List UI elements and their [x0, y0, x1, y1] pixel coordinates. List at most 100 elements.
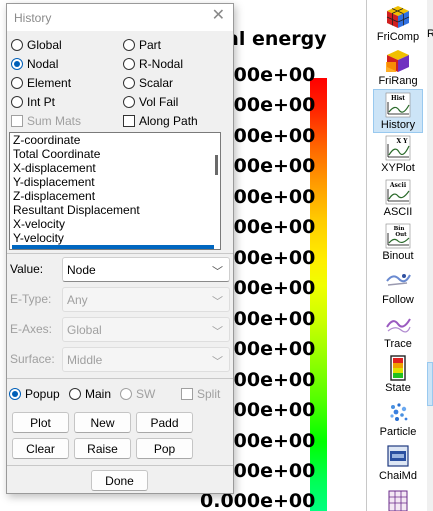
tool-chaimd[interactable]: ChaiMd	[373, 441, 423, 485]
radio-vol-fail[interactable]: Vol Fail	[123, 95, 178, 109]
etype-select[interactable]: Any ﹀	[62, 287, 230, 312]
checkbox-box	[181, 388, 193, 400]
tool-fricomp[interactable]: FriComp	[373, 2, 423, 46]
tool-label: Follow	[382, 294, 414, 306]
svg-text:Hist: Hist	[391, 95, 405, 102]
tool-ascii[interactable]: Ascii ASCII	[373, 177, 423, 221]
list-item[interactable]: X-velocity	[10, 217, 220, 231]
list-item[interactable]: Z-displacement	[10, 189, 220, 203]
tool-follow[interactable]: Follow	[373, 265, 423, 309]
checkbox-split[interactable]: Split	[181, 387, 220, 401]
checkbox-along-path[interactable]: Along Path	[123, 114, 198, 128]
radio-label: Popup	[25, 387, 60, 401]
radio-indicator-selected	[9, 388, 21, 400]
chaimd-icon	[385, 443, 411, 469]
adjacent-panel-edge: R	[427, 0, 433, 511]
value-select-value: Node	[67, 263, 96, 277]
eaxes-label: E-Axes:	[10, 322, 53, 336]
close-icon[interactable]: ✕	[212, 8, 225, 24]
radio-label: Main	[85, 387, 112, 401]
svg-text:Ascii: Ascii	[389, 182, 407, 189]
radio-scalar[interactable]: Scalar	[123, 76, 173, 90]
radio-part[interactable]: Part	[123, 38, 161, 52]
list-item[interactable]: Y-velocity	[10, 231, 220, 245]
particle-icon	[385, 399, 411, 425]
radio-nodal[interactable]: Nodal	[11, 57, 58, 71]
tool-label: Particle	[379, 426, 417, 438]
tool-binout[interactable]: Bin Out Binout	[373, 221, 423, 265]
etype-select-value: Any	[67, 293, 88, 307]
tool-partial[interactable]	[373, 485, 423, 511]
radio-popup[interactable]: Popup	[9, 387, 60, 401]
list-item[interactable]: X-displacement	[10, 161, 220, 175]
svg-text:Out: Out	[395, 232, 407, 238]
plot-button[interactable]: Plot	[12, 412, 69, 433]
pop-button[interactable]: Pop	[136, 438, 193, 459]
tool-trace[interactable]: Trace	[373, 309, 423, 353]
raise-button[interactable]: Raise	[74, 438, 131, 459]
eaxes-select[interactable]: Global ﹀	[62, 317, 230, 342]
radio-indicator	[123, 96, 135, 108]
checkbox-label: Along Path	[139, 114, 198, 128]
checkbox-label: Sum Mats	[27, 114, 82, 128]
chevron-down-icon: ﹀	[212, 296, 223, 308]
tool-label: FriRang	[378, 75, 418, 87]
checkbox-label: Split	[197, 387, 221, 401]
radio-indicator	[123, 58, 135, 70]
radio-indicator-selected	[11, 58, 23, 70]
trace-icon	[385, 311, 411, 337]
list-scrollbar[interactable]	[215, 155, 218, 175]
new-button[interactable]: New	[74, 412, 131, 433]
binout-icon: Bin Out	[385, 223, 411, 249]
checkbox-sum-mats[interactable]: Sum Mats	[11, 114, 81, 128]
tool-history[interactable]: Hist History	[373, 89, 423, 133]
clear-button[interactable]: Clear	[12, 438, 69, 459]
cube-range-icon	[385, 48, 411, 74]
separator	[7, 253, 233, 254]
tool-frirang[interactable]: FriRang	[373, 46, 423, 90]
panel-active-tab[interactable]	[427, 362, 433, 406]
chevron-down-icon: ﹀	[212, 356, 223, 368]
grid-icon	[385, 487, 411, 511]
radio-global[interactable]: Global	[11, 38, 62, 52]
chevron-down-icon: ﹀	[212, 326, 223, 338]
tool-particle[interactable]: Particle	[373, 397, 423, 441]
tool-label: History	[380, 119, 416, 131]
radio-label: Part	[139, 38, 162, 52]
radio-sw[interactable]: SW	[120, 387, 155, 401]
radio-indicator	[123, 77, 135, 89]
radio-label: Nodal	[27, 57, 59, 71]
list-item[interactable]: Total Coordinate	[10, 147, 220, 161]
value-label: Value:	[10, 262, 44, 276]
list-item[interactable]: Z-coordinate	[10, 133, 220, 147]
done-button[interactable]: Done	[91, 470, 148, 491]
dialog-title: History	[14, 11, 52, 25]
chevron-down-icon: ﹀	[212, 266, 223, 278]
value-select[interactable]: Node ﹀	[62, 257, 230, 282]
list-item[interactable]: Resultant Displacement	[10, 203, 220, 217]
svg-text:X Y: X Y	[396, 138, 408, 145]
radio-indicator	[11, 77, 23, 89]
history-dialog: History ✕ Global Part Nodal R-Nodal Elem…	[6, 3, 234, 494]
surface-select[interactable]: Middle ﹀	[62, 347, 230, 372]
radio-r-nodal[interactable]: R-Nodal	[123, 57, 183, 71]
list-item[interactable]: Y-displacement	[10, 175, 220, 189]
component-list[interactable]: Z-coordinate Total Coordinate X-displace…	[9, 132, 221, 250]
radio-label: Element	[27, 76, 72, 90]
radio-label: SW	[136, 387, 156, 401]
follow-icon	[385, 267, 411, 293]
tool-xyplot[interactable]: X Y XYPlot	[373, 133, 423, 177]
etype-label: E-Type:	[10, 292, 52, 306]
tool-state[interactable]: State	[373, 353, 423, 397]
separator	[7, 465, 233, 466]
radio-int-pt[interactable]: Int Pt	[11, 95, 55, 109]
padd-button[interactable]: Padd	[136, 412, 193, 433]
radio-main[interactable]: Main	[69, 387, 111, 401]
tool-label: Binout	[382, 250, 414, 262]
tool-label: XYPlot	[381, 162, 415, 174]
radio-label: Int Pt	[27, 95, 56, 109]
checkbox-box	[123, 115, 135, 127]
panel-letter: R	[427, 28, 433, 40]
dialog-titlebar[interactable]: History ✕	[7, 4, 233, 31]
radio-element[interactable]: Element	[11, 76, 71, 90]
